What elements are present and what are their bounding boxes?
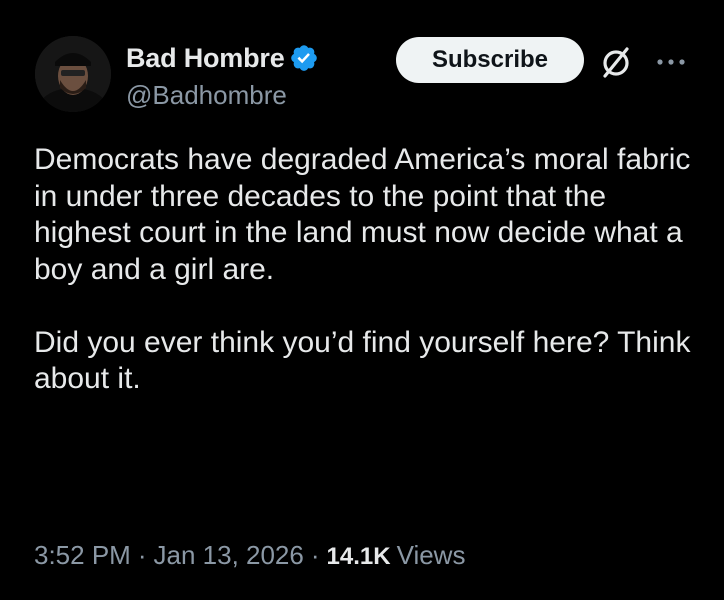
post-container: Bad Hombre @Badhombre Subscribe Democrat… xyxy=(0,0,724,600)
display-name[interactable]: Bad Hombre xyxy=(126,43,285,74)
avatar-image xyxy=(35,36,111,112)
post-text: Democrats have degraded America’s moral … xyxy=(34,143,691,395)
name-row: Bad Hombre xyxy=(126,40,319,76)
verified-badge-icon[interactable] xyxy=(289,43,319,73)
meta-separator: · xyxy=(137,540,147,570)
avatar[interactable] xyxy=(35,36,111,112)
views-label: Views xyxy=(396,540,466,570)
meta-separator: · xyxy=(310,540,320,570)
post-meta: 3:52 PM · Jan 13, 2026 · 14.1K Views xyxy=(34,540,465,571)
author-handle[interactable]: @Badhombre xyxy=(126,80,319,111)
author-block: Bad Hombre @Badhombre xyxy=(126,40,319,111)
more-options-icon[interactable] xyxy=(654,50,688,74)
post-time[interactable]: 3:52 PM xyxy=(34,540,131,571)
slashed-circle-icon[interactable] xyxy=(596,42,636,82)
subscribe-button[interactable]: Subscribe xyxy=(396,37,584,83)
post-date[interactable]: Jan 13, 2026 xyxy=(154,540,304,571)
views-count[interactable]: 14.1K xyxy=(327,543,391,571)
